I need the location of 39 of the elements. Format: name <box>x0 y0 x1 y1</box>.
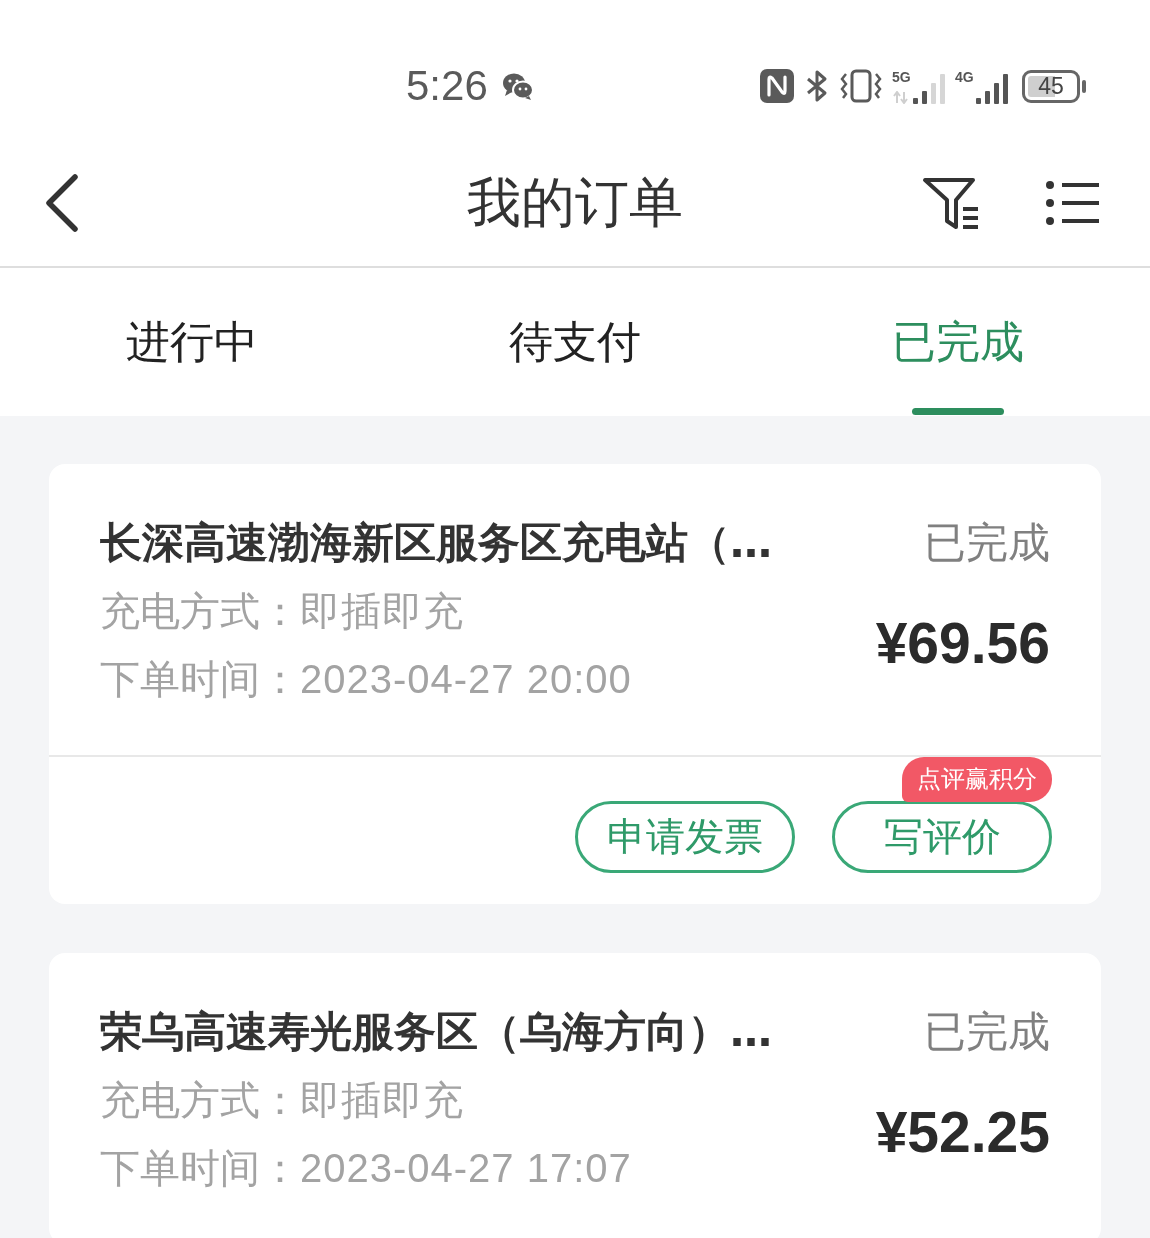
back-icon <box>45 174 79 232</box>
order-card[interactable]: 荣乌高速寿光服务区（乌海方向）… 充电方式：即插即充 下单时间：2023-04-27 17:07 已完成 ¥52.25 <box>49 953 1101 1238</box>
promo-badge: 点评赢积分 <box>902 757 1052 802</box>
detail-label: 下单时间： <box>100 1144 300 1193</box>
tab[interactable]: 待支付 <box>383 268 767 416</box>
chat-bubbles-icon <box>501 71 534 101</box>
detail-value: 2023-04-27 20:00 <box>300 656 632 703</box>
order-price: ¥52.25 <box>875 1099 1050 1166</box>
data-arrows-icon <box>892 91 909 104</box>
station-name: 长深高速渤海新区服务区充电站（… <box>100 517 772 569</box>
tab[interactable]: 已完成 <box>766 268 1150 416</box>
order-action-button[interactable]: 写评价 <box>832 801 1052 873</box>
station-name: 荣乌高速寿光服务区（乌海方向）… <box>100 1006 772 1058</box>
order-status: 已完成 <box>924 517 1050 569</box>
network-type-label: 5G <box>892 70 911 85</box>
detail-value: 2023-04-27 17:07 <box>300 1145 632 1192</box>
back-button[interactable] <box>45 174 79 232</box>
detail-value: 即插即充 <box>300 588 464 635</box>
menu-icon <box>1046 180 1100 226</box>
order-card[interactable]: 长深高速渤海新区服务区充电站（… 充电方式：即插即充 下单时间：2023-04-27 20:00 已完成 ¥69.56 申请发票 点评赢积分 写评价 <box>49 464 1101 904</box>
detail-value: 即插即充 <box>300 1077 464 1124</box>
detail-label: 下单时间： <box>100 655 300 704</box>
signal-bars-icon <box>976 74 1008 104</box>
tab[interactable]: 进行中 <box>0 268 384 416</box>
order-status: 已完成 <box>924 1006 1050 1058</box>
page-title: 我的订单 <box>467 170 683 236</box>
network-type-label: 4G <box>955 70 974 85</box>
nfc-icon <box>760 69 794 103</box>
filter-icon <box>922 175 980 231</box>
menu-button[interactable] <box>1046 180 1100 226</box>
order-action-button[interactable]: 申请发票 <box>575 801 795 873</box>
detail-label: 充电方式： <box>100 587 300 636</box>
signal-bars-icon <box>913 74 945 104</box>
vibrate-icon <box>840 69 882 103</box>
filter-button[interactable] <box>922 175 980 231</box>
battery-indicator: 45 <box>1022 69 1086 103</box>
order-price: ¥69.56 <box>875 610 1050 677</box>
detail-label: 充电方式： <box>100 1076 300 1125</box>
status-time: 5:26 <box>406 61 488 111</box>
